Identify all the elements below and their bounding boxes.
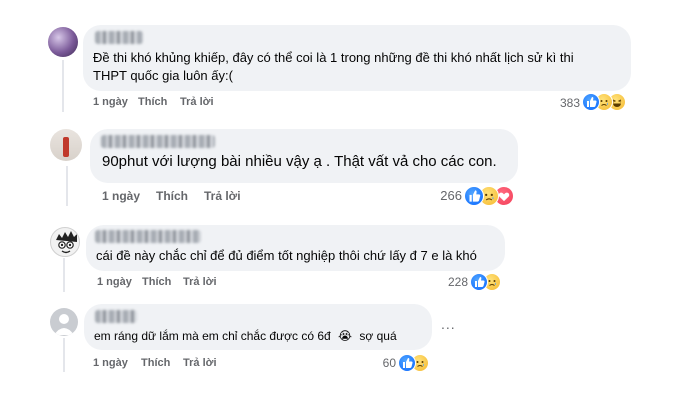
author-name-redacted[interactable] [95,230,201,243]
reaction-count[interactable]: 383 [546,96,580,110]
reply-button[interactable]: Trả lời [204,189,241,203]
comment-bubble: Đề thi khó khủng khiếp, đây có thể coi l… [83,25,631,91]
thread-line [62,60,64,112]
comment-bubble: 90phut với lượng bài nhiều vậy ạ . Thật … [90,129,518,183]
cartoon-face-icon [56,231,77,254]
author-name-redacted[interactable] [95,31,143,44]
like-icon [398,354,416,372]
comment-time[interactable]: 1 ngày [102,189,140,203]
comment-text: 90phut với lượng bài nhiều vậy ạ . Thật … [102,153,497,170]
comment-time[interactable]: 1 ngày [93,357,128,369]
reply-button[interactable]: Trả lời [180,96,214,108]
reaction-count[interactable]: 266 [426,188,462,203]
reaction-count[interactable]: 228 [436,275,468,289]
reaction-count[interactable]: 60 [368,356,396,370]
reaction-icons[interactable] [398,354,432,372]
comment-bubble: em ráng dữ lắm mà em chỉ chắc được có 6đ… [84,304,432,350]
reply-button[interactable]: Trả lời [183,276,217,288]
avatar[interactable] [50,129,82,161]
reaction-icons[interactable] [470,273,504,291]
thread-line [63,258,65,292]
default-avatar-icon[interactable] [50,308,78,336]
crying-emoji-icon: 😭 [338,329,353,343]
comment-time[interactable]: 1 ngày [93,96,128,108]
reaction-icons[interactable] [582,93,632,111]
author-name-redacted[interactable] [101,135,215,148]
comment-text: Đề thi khó khủng khiếp, đây có thể coi l… [93,50,574,65]
comment-text-tail: sợ quá [359,329,397,343]
comment-bubble: cái đề này chắc chỉ để đủ điểm tốt nghiệ… [86,225,505,271]
like-button[interactable]: Thích [141,357,170,369]
reaction-icons[interactable] [464,186,520,206]
comment-text: THPT quốc gia luôn ấy:( [93,68,233,83]
reply-button[interactable]: Trả lời [183,357,217,369]
like-button[interactable]: Thích [138,96,167,108]
more-options-icon[interactable]: ... [441,316,456,332]
comment-text: cái đề này chắc chỉ để đủ điểm tốt nghiệ… [96,248,477,263]
thread-line [66,166,68,206]
comment-text: em ráng dữ lắm mà em chỉ chắc được có 6đ… [94,326,397,346]
avatar-figure [63,137,69,157]
like-icon [470,273,488,291]
comment-text-main: em ráng dữ lắm mà em chỉ chắc được có 6đ [94,329,331,343]
like-button[interactable]: Thích [142,276,171,288]
like-icon [464,186,484,206]
avatar[interactable] [50,227,80,257]
like-icon [582,93,600,111]
thread-line [63,338,65,372]
author-name-redacted[interactable] [95,310,137,323]
comment-time[interactable]: 1 ngày [97,276,132,288]
avatar[interactable] [48,27,78,57]
like-button[interactable]: Thích [156,189,188,203]
